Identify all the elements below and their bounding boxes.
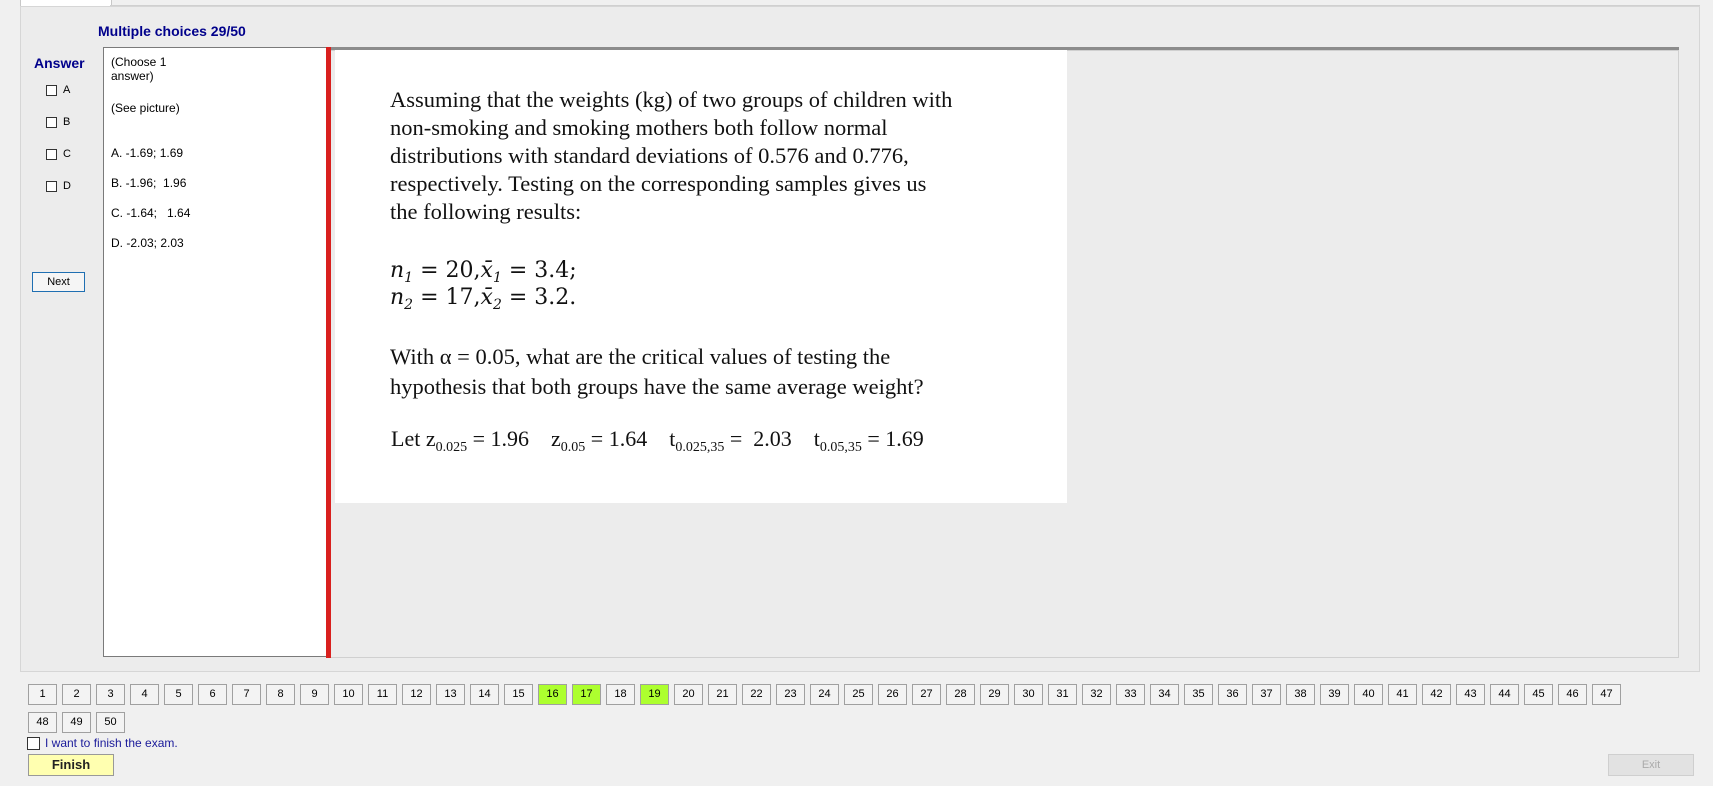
option-c[interactable]: C bbox=[46, 148, 71, 160]
see-picture-text: (See picture) bbox=[111, 101, 180, 115]
question-nav-button[interactable]: 26 bbox=[878, 684, 907, 705]
paragraph-line: respectively. Testing on the correspondi… bbox=[390, 171, 927, 196]
question-nav-button[interactable]: 14 bbox=[470, 684, 499, 705]
sample-2-equation: n2 = 17,x̄2 = 3.2. bbox=[390, 285, 577, 313]
question-nav-button[interactable]: 28 bbox=[946, 684, 975, 705]
option-b[interactable]: B bbox=[46, 116, 70, 128]
paragraph-line: Assuming that the weights (kg) of two gr… bbox=[390, 87, 953, 112]
option-a[interactable]: A bbox=[46, 84, 70, 96]
question-paragraph: Assuming that the weights (kg) of two gr… bbox=[390, 86, 952, 226]
question-text-panel bbox=[103, 47, 326, 657]
question-nav-button[interactable]: 8 bbox=[266, 684, 295, 705]
choice-c-text: C. -1.64; 1.64 bbox=[111, 206, 191, 220]
paragraph-line: non-smoking and smoking mothers both fol… bbox=[390, 115, 888, 140]
question-nav-button[interactable]: 10 bbox=[334, 684, 363, 705]
question-nav-button[interactable]: 40 bbox=[1354, 684, 1383, 705]
question-nav-button[interactable]: 43 bbox=[1456, 684, 1485, 705]
question-nav-button[interactable]: 1 bbox=[28, 684, 57, 705]
question-nav-button[interactable]: 5 bbox=[164, 684, 193, 705]
question-nav-button[interactable]: 13 bbox=[436, 684, 465, 705]
exit-button[interactable]: Exit bbox=[1608, 754, 1694, 776]
option-d-label: D bbox=[63, 180, 71, 192]
question-nav-button[interactable]: 41 bbox=[1388, 684, 1417, 705]
instruction-text: (Choose 1 answer) bbox=[111, 55, 167, 83]
question-nav-button[interactable]: 16 bbox=[538, 684, 567, 705]
question-nav-button[interactable]: 11 bbox=[368, 684, 397, 705]
option-b-checkbox[interactable] bbox=[46, 116, 57, 128]
question-nav-button[interactable]: 17 bbox=[572, 684, 601, 705]
question-nav-button[interactable]: 24 bbox=[810, 684, 839, 705]
question-nav-button[interactable]: 27 bbox=[912, 684, 941, 705]
question-nav-button[interactable]: 36 bbox=[1218, 684, 1247, 705]
question-nav-button[interactable]: 50 bbox=[96, 712, 125, 733]
question-nav-button[interactable]: 31 bbox=[1048, 684, 1077, 705]
question-prompt: With α = 0.05, what are the critical val… bbox=[390, 342, 924, 402]
question-nav-button[interactable]: 2 bbox=[62, 684, 91, 705]
option-b-label: B bbox=[63, 116, 71, 128]
given-values: Let z0.025 = 1.96 z0.05 = 1.64 t0.025,35… bbox=[391, 426, 924, 455]
choice-a-text: A. -1.69; 1.69 bbox=[111, 146, 184, 160]
question-nav-button[interactable]: 12 bbox=[402, 684, 431, 705]
prompt-line: With α = 0.05, what are the critical val… bbox=[390, 344, 891, 369]
answer-label: Answer bbox=[34, 55, 85, 71]
question-nav-button[interactable]: 47 bbox=[1592, 684, 1621, 705]
question-nav-button[interactable]: 21 bbox=[708, 684, 737, 705]
choice-d-text: D. -2.03; 2.03 bbox=[111, 236, 184, 250]
question-nav-button[interactable]: 25 bbox=[844, 684, 873, 705]
question-nav-button[interactable]: 39 bbox=[1320, 684, 1349, 705]
finish-exam-option[interactable]: I want to finish the exam. bbox=[27, 736, 178, 750]
finish-exam-checkbox[interactable] bbox=[27, 736, 40, 750]
next-button[interactable]: Next bbox=[32, 272, 85, 292]
question-nav-button[interactable]: 42 bbox=[1422, 684, 1451, 705]
option-c-checkbox[interactable] bbox=[46, 148, 57, 160]
question-nav-button[interactable]: 3 bbox=[96, 684, 125, 705]
question-nav-button[interactable]: 6 bbox=[198, 684, 227, 705]
option-c-label: C bbox=[63, 148, 71, 160]
question-nav-button[interactable]: 48 bbox=[28, 712, 57, 733]
question-nav-button[interactable]: 23 bbox=[776, 684, 805, 705]
question-nav-button[interactable]: 19 bbox=[640, 684, 669, 705]
question-nav-button[interactable]: 22 bbox=[742, 684, 771, 705]
option-a-label: A bbox=[63, 84, 71, 96]
paragraph-line: the following results: bbox=[390, 199, 582, 224]
question-nav-button[interactable]: 7 bbox=[232, 684, 261, 705]
question-nav-button[interactable]: 4 bbox=[130, 684, 159, 705]
option-a-checkbox[interactable] bbox=[46, 84, 57, 96]
finish-exam-label: I want to finish the exam. bbox=[45, 736, 178, 750]
paragraph-line: distributions with standard deviations o… bbox=[390, 143, 909, 168]
question-nav-button[interactable]: 45 bbox=[1524, 684, 1553, 705]
question-nav-button[interactable]: 20 bbox=[674, 684, 703, 705]
question-nav-button[interactable]: 33 bbox=[1116, 684, 1145, 705]
question-nav-button[interactable]: 35 bbox=[1184, 684, 1213, 705]
question-nav-button[interactable]: 37 bbox=[1252, 684, 1281, 705]
question-counter-title: Multiple choices 29/50 bbox=[98, 23, 246, 39]
question-nav-button[interactable]: 9 bbox=[300, 684, 329, 705]
question-nav-button[interactable]: 32 bbox=[1082, 684, 1111, 705]
question-nav-button[interactable]: 38 bbox=[1286, 684, 1315, 705]
question-nav-button[interactable]: 34 bbox=[1150, 684, 1179, 705]
question-nav-button[interactable]: 44 bbox=[1490, 684, 1519, 705]
question-nav-button[interactable]: 18 bbox=[606, 684, 635, 705]
option-d[interactable]: D bbox=[46, 180, 71, 192]
question-nav-button[interactable]: 15 bbox=[504, 684, 533, 705]
choice-b-text: B. -1.96; 1.96 bbox=[111, 176, 187, 190]
question-nav-button[interactable]: 29 bbox=[980, 684, 1009, 705]
finish-button[interactable]: Finish bbox=[28, 754, 114, 776]
question-nav-button[interactable]: 49 bbox=[62, 712, 91, 733]
question-nav-button[interactable]: 46 bbox=[1558, 684, 1587, 705]
option-d-checkbox[interactable] bbox=[46, 180, 57, 192]
prompt-line: hypothesis that both groups have the sam… bbox=[390, 374, 924, 399]
question-nav-button[interactable]: 30 bbox=[1014, 684, 1043, 705]
